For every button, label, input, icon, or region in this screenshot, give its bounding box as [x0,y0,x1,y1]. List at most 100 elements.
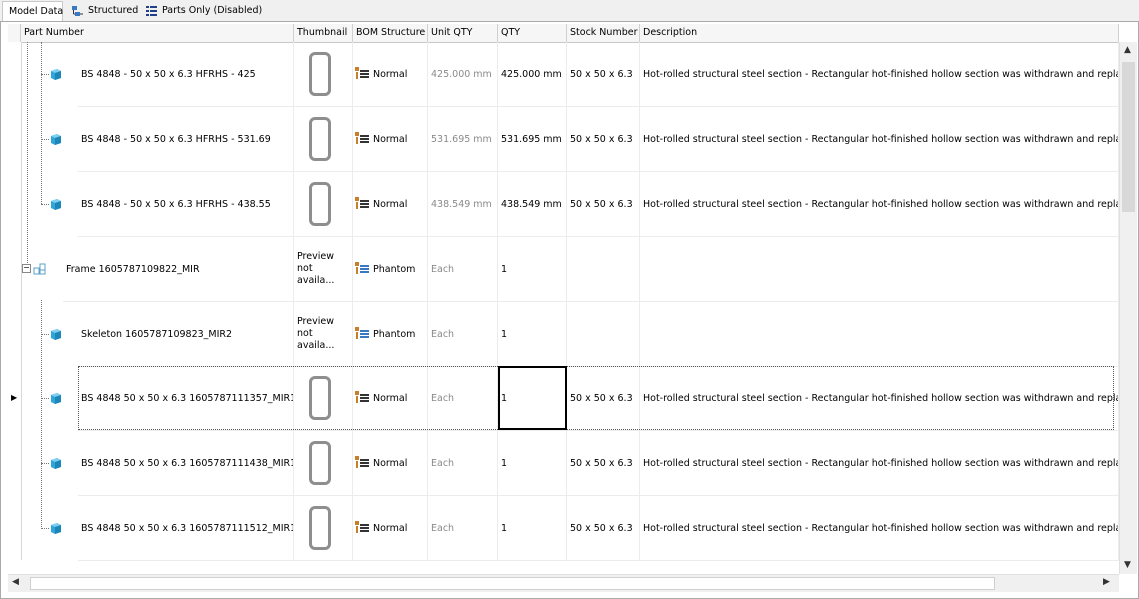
stock-number-cell[interactable]: 50 x 50 x 6.3 [567,172,640,237]
bom-structure-icon [355,261,369,277]
bom-structure-cell[interactable]: Normal [353,172,428,237]
horizontal-scroll-thumb[interactable] [30,577,995,590]
description-cell[interactable]: Hot-rolled structural steel section - Re… [640,172,1119,237]
tab-parts-only[interactable]: Parts Only (Disabled) [139,2,263,20]
part-number-cell[interactable]: BS 4848 - 50 x 50 x 6.3 HFRHS - 438.55 [78,172,294,237]
scroll-down-arrow-icon[interactable]: ▼ [1124,560,1131,570]
bom-structure-cell[interactable]: Normal [353,431,428,496]
row-focus-outline [78,366,1114,430]
bom-structure-icon [355,131,369,147]
part-cube-icon [51,199,61,210]
vertical-scroll-thumb[interactable] [1122,62,1135,212]
bom-structure-value: Phantom [373,328,416,340]
part-number-cell[interactable]: BS 4848 50 x 50 x 6.3 1605787111438_MIR1 [78,431,294,496]
thumbnail-cell [294,172,353,237]
header-row-selector [8,24,21,42]
table-row[interactable]: BS 4848 50 x 50 x 6.3 1605787111512_MIR1… [8,496,1119,561]
bom-structure-cell[interactable]: Phantom [353,302,428,367]
tab-model-data[interactable]: Model Data [2,1,63,21]
header-thumbnail[interactable]: Thumbnail [294,24,353,42]
active-cell-border [498,366,567,430]
thumbnail-cell [294,107,353,172]
part-number-cell[interactable]: BS 4848 50 x 50 x 6.3 1605787111512_MIR1 [78,496,294,561]
unit-qty-cell[interactable]: 425.000 mm [428,42,498,107]
part-number-cell[interactable]: Skeleton 1605787109823_MIR2 [78,302,294,367]
parts-list-icon [145,5,158,18]
header-description[interactable]: Description [640,24,1119,42]
grid-header: Part Number Thumbnail BOM Structure Unit… [8,24,1119,43]
table-row[interactable]: Skeleton 1605787109823_MIR2 Preview not … [8,302,1119,367]
scroll-up-arrow-icon[interactable]: ▲ [1124,45,1131,55]
horizontal-scrollbar[interactable]: ◀ ▶ [8,574,1119,592]
bom-structure-cell[interactable]: Normal [353,496,428,561]
bom-structure-cell[interactable]: Normal [353,42,428,107]
stock-number-cell[interactable]: 50 x 50 x 6.3 [567,107,640,172]
tab-model-data-label: Model Data [9,5,64,17]
thumbnail-cell: Preview not availa... [294,237,353,302]
bom-structure-value: Normal [373,522,408,534]
thumbnail-preview-text: Preview not availa... [297,316,335,351]
description-cell[interactable] [640,237,1119,302]
header-qty[interactable]: QTY [498,24,567,42]
qty-cell[interactable]: 1 [498,302,567,367]
unit-qty-cell[interactable]: Each [428,431,498,496]
qty-cell[interactable]: 531.695 mm [498,107,567,172]
table-row[interactable]: BS 4848 - 50 x 50 x 6.3 HFRHS - 425 Norm… [8,42,1119,107]
unit-qty-cell[interactable]: 438.549 mm [428,172,498,237]
bom-structure-value: Normal [373,198,408,210]
stock-number-cell[interactable] [567,302,640,367]
description-cell[interactable]: Hot-rolled structural steel section - Re… [640,42,1119,107]
part-number-cell[interactable]: BS 4848 - 50 x 50 x 6.3 HFRHS - 425 [78,42,294,107]
description-cell[interactable]: Hot-rolled structural steel section - Re… [640,107,1119,172]
header-bom-structure[interactable]: BOM Structure [353,24,428,42]
scroll-left-arrow-icon[interactable]: ◀ [12,577,19,587]
qty-cell[interactable]: 438.549 mm [498,172,567,237]
table-row[interactable]: BS 4848 - 50 x 50 x 6.3 HFRHS - 438.55 N… [8,172,1119,237]
collapse-toggle-icon[interactable]: − [22,264,31,273]
bom-structure-value: Normal [373,133,408,145]
stock-number-cell[interactable]: 50 x 50 x 6.3 [567,496,640,561]
thumbnail-image [309,182,331,226]
tab-parts-only-label: Parts Only (Disabled) [162,5,263,16]
thumbnail-cell [294,42,353,107]
qty-cell[interactable]: 1 [498,496,567,561]
qty-cell[interactable]: 425.000 mm [498,42,567,107]
scroll-right-arrow-icon[interactable]: ▶ [1103,577,1110,587]
description-cell[interactable] [640,302,1119,367]
bom-structure-cell[interactable]: Phantom [353,237,428,302]
stock-number-cell[interactable]: 50 x 50 x 6.3 [567,431,640,496]
bom-structure-value: Normal [373,68,408,80]
table-row[interactable]: Frame 1605787109822_MIR Preview not avai… [8,237,1119,302]
header-unit-qty[interactable]: Unit QTY [428,24,498,42]
unit-qty-cell[interactable]: Each [428,496,498,561]
part-number-cell[interactable]: Frame 1605787109822_MIR [63,237,294,302]
unit-qty-cell[interactable]: Each [428,237,498,302]
qty-cell[interactable]: 1 [498,431,567,496]
table-row[interactable]: BS 4848 - 50 x 50 x 6.3 HFRHS - 531.69 N… [8,107,1119,172]
bom-structure-icon [355,520,369,536]
thumbnail-preview-text: Preview not availa... [297,251,335,286]
stock-number-cell[interactable] [567,237,640,302]
thumbnail-image [309,52,331,96]
bom-structure-icon [355,326,369,342]
part-number-cell[interactable]: BS 4848 - 50 x 50 x 6.3 HFRHS - 531.69 [78,107,294,172]
vertical-scrollbar[interactable]: ▲ ▼ [1119,42,1137,574]
thumbnail-cell: Preview not availa... [294,302,353,367]
header-stock-number[interactable]: Stock Number [567,24,640,42]
thumbnail-cell [294,431,353,496]
header-part-number[interactable]: Part Number [21,24,294,42]
bom-structure-cell[interactable]: Normal [353,107,428,172]
table-row[interactable]: BS 4848 50 x 50 x 6.3 1605787111438_MIR1… [8,431,1119,496]
tab-structured[interactable]: Structured [65,2,139,20]
qty-cell[interactable]: 1 [498,237,567,302]
tab-structured-label: Structured [88,5,139,16]
unit-qty-cell[interactable]: 531.695 mm [428,107,498,172]
bom-structure-value: Phantom [373,263,416,275]
unit-qty-cell[interactable]: Each [428,302,498,367]
description-cell[interactable]: Hot-rolled structural steel section - Re… [640,496,1119,561]
stock-number-cell[interactable]: 50 x 50 x 6.3 [567,42,640,107]
thumbnail-cell [294,496,353,561]
description-cell[interactable]: Hot-rolled structural steel section - Re… [640,431,1119,496]
current-row-marker-icon: ▶ [11,393,18,402]
thumbnail-image [309,441,331,485]
